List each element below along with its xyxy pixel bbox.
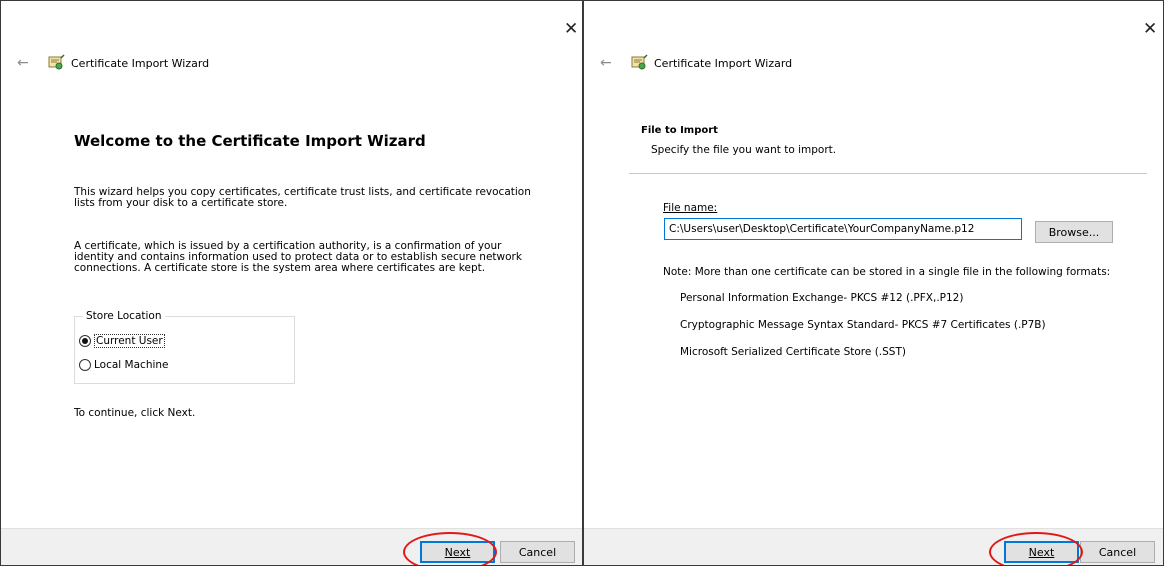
section-title: File to Import (641, 125, 718, 136)
close-icon[interactable]: ✕ (564, 21, 578, 38)
radio-current-user-label: Current User (94, 334, 165, 348)
wizard-dialog-welcome: ✕ ← Certificate Import Wizard Welcome to… (0, 0, 583, 566)
cancel-button[interactable]: Cancel (1080, 541, 1155, 563)
wizard-header: ← Certificate Import Wizard (600, 53, 792, 73)
intro-paragraph: This wizard helps you copy certificates,… (74, 186, 531, 209)
radio-button-selected[interactable] (79, 335, 91, 347)
cancel-button-label: Cancel (518, 545, 557, 559)
radio-button[interactable] (79, 359, 91, 371)
store-location-label: Store Location (83, 310, 165, 322)
wizard-dialog-file-to-import: ✕ ← Certificate Import Wizard File to Im… (583, 0, 1164, 566)
continue-instruction: To continue, click Next. (74, 407, 196, 419)
file-name-label: File name: (663, 202, 717, 214)
section-subtitle: Specify the file you want to import. (651, 144, 837, 156)
divider (629, 173, 1147, 174)
format-item: Cryptographic Message Syntax Standard- P… (680, 319, 1046, 331)
file-name-label-text: File name: (663, 202, 718, 214)
next-button-label: Next (444, 545, 471, 559)
back-arrow-icon[interactable]: ← (600, 55, 618, 71)
certificate-description: A certificate, which is issued by a cert… (74, 240, 522, 274)
next-button[interactable]: Next (420, 541, 495, 563)
wizard-title: Certificate Import Wizard (654, 56, 793, 70)
certificate-icon (631, 54, 648, 70)
cancel-button-label: Cancel (1098, 545, 1137, 559)
formats-note: Note: More than one certificate can be s… (663, 266, 1111, 278)
radio-local-machine-label: Local Machine (94, 359, 169, 371)
close-icon[interactable]: ✕ (1143, 21, 1157, 38)
next-button[interactable]: Next (1004, 541, 1079, 563)
back-arrow-icon[interactable]: ← (17, 55, 35, 71)
radio-current-user[interactable]: Current User (79, 334, 165, 348)
certificate-icon (48, 54, 65, 70)
format-item: Personal Information Exchange- PKCS #12 … (680, 292, 964, 304)
browse-button-label: Browse... (1048, 225, 1100, 239)
radio-local-machine[interactable]: Local Machine (79, 359, 169, 371)
wizard-header: ← Certificate Import Wizard (17, 53, 209, 73)
cancel-button[interactable]: Cancel (500, 541, 575, 563)
welcome-title: Welcome to the Certificate Import Wizard (74, 132, 426, 150)
next-button-label: Next (1028, 545, 1055, 559)
store-location-group: Store Location Current User Local Machin… (74, 310, 295, 384)
file-name-input[interactable] (664, 218, 1022, 240)
wizard-title: Certificate Import Wizard (71, 56, 210, 70)
browse-button[interactable]: Browse... (1035, 221, 1113, 243)
format-item: Microsoft Serialized Certificate Store (… (680, 346, 906, 358)
